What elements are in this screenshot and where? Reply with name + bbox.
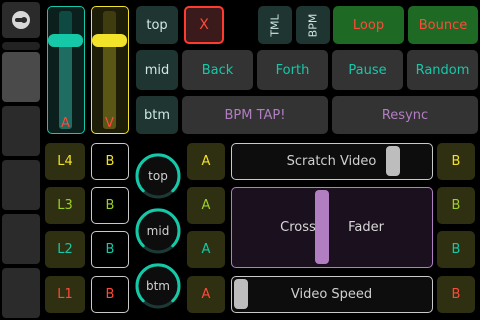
layer-3-b-button[interactable]: B [91, 187, 129, 224]
top-button[interactable]: top [136, 6, 178, 44]
forth-button[interactable]: Forth [257, 50, 328, 90]
random-button[interactable]: Random [407, 50, 478, 90]
a-yellow-button[interactable]: A [187, 143, 225, 180]
audio-fader-label: A [61, 115, 70, 131]
sidebar-pad-3[interactable] [2, 160, 40, 210]
layer-2-button[interactable]: L2 [45, 231, 85, 268]
cross-fader-handle[interactable] [315, 190, 330, 264]
clear-button[interactable]: X [184, 6, 224, 44]
sidebar-pad-4[interactable] [2, 214, 40, 264]
cross-fader[interactable]: Cross Fader [231, 187, 433, 268]
mid-knob-label: mid [146, 224, 170, 238]
tml-button[interactable]: TML [258, 6, 292, 44]
layer-1-b-button[interactable]: B [91, 276, 129, 313]
layer-3-button[interactable]: L3 [45, 187, 85, 224]
b-green-button[interactable]: B [437, 187, 475, 224]
top-knob-label: top [148, 169, 168, 183]
video-fader[interactable]: V [91, 6, 129, 134]
layer-1-button[interactable]: L1 [45, 276, 85, 313]
bounce-button[interactable]: Bounce [408, 6, 478, 44]
a-teal-button[interactable]: A [187, 231, 225, 268]
video-speed-handle[interactable] [234, 279, 248, 309]
btm-button[interactable]: btm [136, 96, 178, 134]
audio-fader-handle[interactable] [48, 34, 83, 48]
a-red-button[interactable]: A [187, 276, 225, 313]
bpm-tap-button[interactable]: BPM TAP! [182, 96, 328, 134]
audio-fader[interactable]: A [47, 6, 85, 134]
top-knob[interactable]: top [134, 152, 182, 200]
sidebar-pad-2[interactable] [2, 106, 40, 156]
mid-button[interactable]: mid [136, 50, 178, 90]
b-yellow-button[interactable]: B [437, 143, 475, 180]
scratch-video-handle[interactable] [386, 146, 401, 176]
loop-button[interactable]: Loop [333, 6, 404, 44]
video-speed-label: Video Speed [290, 286, 373, 302]
layer-4-button[interactable]: L4 [45, 143, 85, 180]
scratch-video-slider[interactable]: Scratch Video [231, 143, 433, 180]
bpm-label: BPM [306, 13, 320, 37]
mid-knob[interactable]: mid [134, 207, 182, 255]
layer-4-b-button[interactable]: B [91, 143, 129, 180]
back-button[interactable]: Back [182, 50, 253, 90]
menu-button[interactable] [2, 2, 40, 38]
scratch-video-label: Scratch Video [286, 153, 377, 169]
sidebar-divider [2, 42, 40, 50]
layer-2-b-button[interactable]: B [91, 231, 129, 268]
video-fader-label: V [105, 115, 114, 131]
cross-fader-label-right: Fader [348, 219, 384, 235]
a-green-button[interactable]: A [187, 187, 225, 224]
video-speed-slider[interactable]: Video Speed [231, 276, 433, 313]
sidebar-pad-1[interactable] [2, 52, 40, 102]
btm-knob[interactable]: btm [134, 262, 182, 310]
resync-button[interactable]: Resync [332, 96, 478, 134]
bpm-button[interactable]: BPM [296, 6, 330, 44]
b-red-button[interactable]: B [437, 276, 475, 313]
tml-label: TML [268, 13, 282, 37]
btm-knob-label: btm [145, 279, 170, 293]
pause-button[interactable]: Pause [332, 50, 403, 90]
video-fader-handle[interactable] [92, 34, 127, 48]
sidebar-pad-5[interactable] [2, 268, 40, 318]
toggle-icon [12, 11, 30, 29]
b-teal-button[interactable]: B [437, 231, 475, 268]
